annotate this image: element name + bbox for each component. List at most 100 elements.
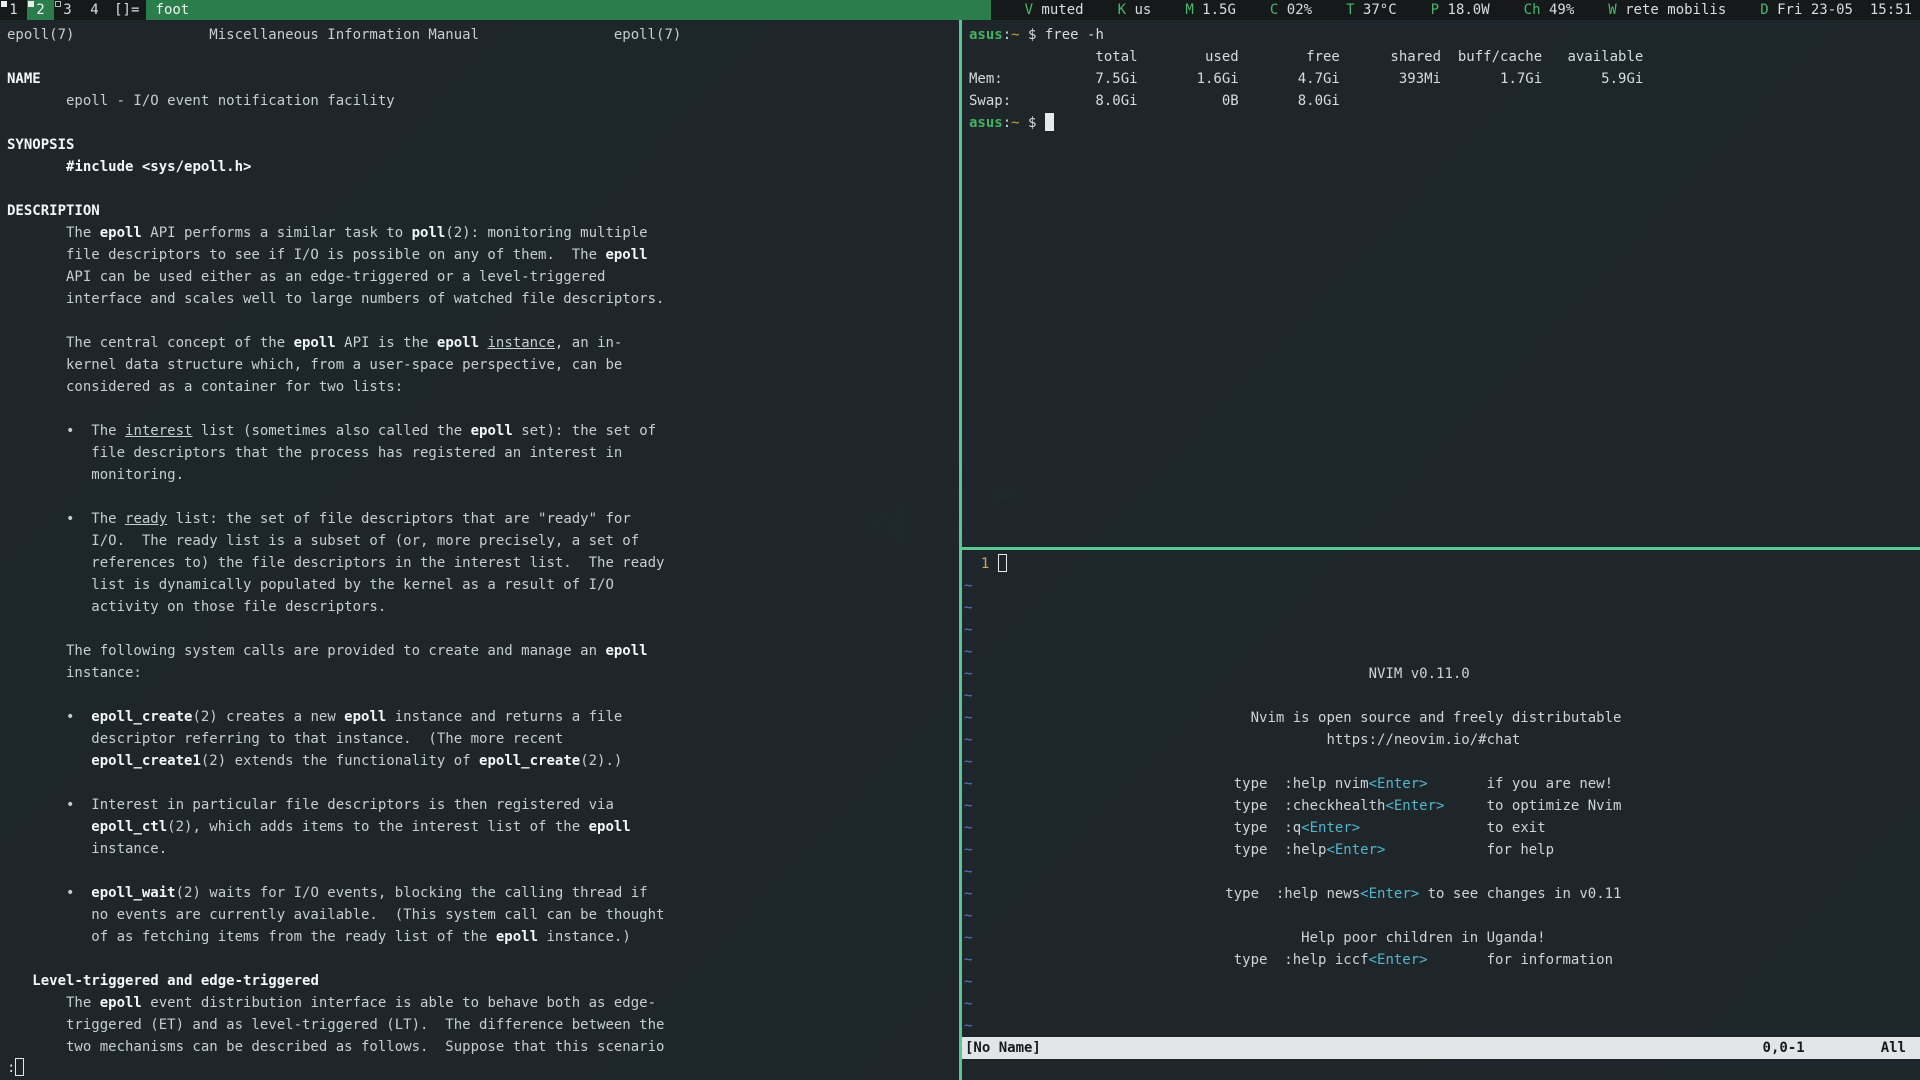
text-row: ~: [964, 575, 1920, 597]
text-row: ~ type :help nvim<Enter> if you are new!: [964, 773, 1920, 795]
text-row: [7, 46, 959, 68]
text-row: monitoring.: [7, 464, 959, 486]
text-row: [7, 860, 959, 882]
text-row: no events are currently available. (This…: [7, 904, 959, 926]
status-item-P: P 18.0W: [1431, 0, 1490, 20]
text-row: [7, 310, 959, 332]
text-row: ~ type :help iccf<Enter> for information: [964, 949, 1920, 971]
text-row: file descriptors that the process has re…: [7, 442, 959, 464]
terminal-window[interactable]: asus:~ $ free -h total used free shared …: [962, 20, 1920, 547]
status-bar: 1234 []= foot V muted K us M 1.5G C 02% T 37…: [0, 0, 1920, 20]
nvim-window[interactable]: 1 ~~~~~ NVIM v0.11.0~~ Nvim is open sour…: [962, 550, 1920, 1080]
text-row: ~ https://neovim.io/#chat: [964, 729, 1920, 751]
text-row: epoll_ctl(2), which adds items to the in…: [7, 816, 959, 838]
text-row: The epoll API performs a similar task to…: [7, 222, 959, 244]
text-row: I/O. The ready list is a subset of (or, …: [7, 530, 959, 552]
text-row: ~: [964, 685, 1920, 707]
text-row: ~: [964, 597, 1920, 619]
inactive-cursor: [998, 554, 1007, 572]
status-item-Ch: Ch 49%: [1524, 0, 1575, 20]
text-row: ~ NVIM v0.11.0: [964, 663, 1920, 685]
text-row: ~ Help poor children in Uganda!: [964, 927, 1920, 949]
layout-indicator[interactable]: []=: [108, 0, 146, 20]
text-row: 1: [964, 553, 1920, 575]
text-row: kernel data structure which, from a user…: [7, 354, 959, 376]
nvim-buffer: 1 ~~~~~ NVIM v0.11.0~~ Nvim is open sour…: [962, 550, 1920, 1037]
workspace-tag-2[interactable]: 2: [27, 0, 54, 20]
text-row: Swap: 8.0Gi 0B 8.0Gi: [969, 90, 1920, 112]
text-row: ~ type :checkhealth<Enter> to optimize N…: [964, 795, 1920, 817]
status-item-M: M 1.5G: [1185, 0, 1236, 20]
system-status-text: V muted K us M 1.5G C 02% T 37°C P 18.0W Ch 49…: [991, 0, 1920, 20]
text-row: [7, 618, 959, 640]
text-row: two mechanisms can be described as follo…: [7, 1036, 959, 1058]
nvim-ruler: 0,0-1: [1763, 1037, 1805, 1059]
text-row: [7, 772, 959, 794]
text-row: total used free shared buff/cache availa…: [969, 46, 1920, 68]
text-row: ~: [964, 751, 1920, 773]
status-item-D: D Fri 23-05 15:51: [1760, 0, 1912, 20]
status-item-T: T 37°C: [1346, 0, 1397, 20]
text-row: #include <sys/epoll.h>: [7, 156, 959, 178]
text-row: considered as a container for two lists:: [7, 376, 959, 398]
status-item-W: W rete mobilis: [1608, 0, 1726, 20]
text-row: • epoll_create(2) creates a new epoll in…: [7, 706, 959, 728]
text-row: triggered (ET) and as level-triggered (L…: [7, 1014, 959, 1036]
text-row: [7, 112, 959, 134]
workspace-tag-4[interactable]: 4: [81, 0, 108, 20]
text-row: • epoll_wait(2) waits for I/O events, bl…: [7, 882, 959, 904]
text-row: The central concept of the epoll API is …: [7, 332, 959, 354]
text-row: epoll(7) Miscellaneous Information Manua…: [7, 24, 959, 46]
text-row: asus:~ $ free -h: [969, 24, 1920, 46]
text-row: [7, 178, 959, 200]
tag-client-indicator: [28, 1, 34, 7]
text-row: ~: [964, 1015, 1920, 1037]
text-row: SYNOPSIS: [7, 134, 959, 156]
text-row: ~: [964, 861, 1920, 883]
text-row: file descriptors to see if I/O is possib…: [7, 244, 959, 266]
text-row: ~: [964, 971, 1920, 993]
text-row: API can be used either as an edge-trigge…: [7, 266, 959, 288]
text-row: Mem: 7.5Gi 1.6Gi 4.7Gi 393Mi 1.7Gi 5.9Gi: [969, 68, 1920, 90]
text-row: [7, 684, 959, 706]
tag-client-indicator: [1, 1, 7, 7]
text-row: activity on those file descriptors.: [7, 596, 959, 618]
pager-colon: :: [7, 1060, 15, 1076]
man-page-window[interactable]: epoll(7) Miscellaneous Information Manua…: [0, 20, 959, 1080]
nvim-cmdline: [962, 1059, 1920, 1080]
workspace-tag-1[interactable]: 1: [0, 0, 27, 20]
window-title: foot: [146, 0, 991, 20]
desktop: VOID 1234 []= foot V mutedK usM 1.5GC 02…: [0, 0, 1920, 1080]
workspace-tag-3[interactable]: 3: [54, 0, 81, 20]
text-row: ~: [964, 905, 1920, 927]
text-row: epoll_create1(2) extends the functionali…: [7, 750, 959, 772]
text-row: • The interest list (sometimes also call…: [7, 420, 959, 442]
active-cursor: [1045, 113, 1054, 131]
text-row: ~: [964, 641, 1920, 663]
text-row: epoll - I/O event notification facility: [7, 90, 959, 112]
text-row: • The ready list: the set of file descri…: [7, 508, 959, 530]
text-row: descriptor referring to that instance. (…: [7, 728, 959, 750]
status-item-K: K us: [1118, 0, 1152, 20]
nvim-scroll-indicator: All: [1881, 1037, 1906, 1059]
text-row: ~ Nvim is open source and freely distrib…: [964, 707, 1920, 729]
window-border-vertical: [959, 20, 962, 1080]
terminal-output: asus:~ $ free -h total used free shared …: [962, 20, 1920, 134]
workspace-tags: 1234: [0, 0, 108, 20]
nvim-filename: [No Name]: [965, 1037, 1041, 1059]
text-row: ~ type :help news<Enter> to see changes …: [964, 883, 1920, 905]
text-row: list is dynamically populated by the ker…: [7, 574, 959, 596]
pager-prompt[interactable]: :: [7, 1057, 24, 1079]
text-row: of as fetching items from the ready list…: [7, 926, 959, 948]
text-row: instance.: [7, 838, 959, 860]
inactive-cursor: [15, 1058, 24, 1076]
text-row: ~ type :help<Enter> for help: [964, 839, 1920, 861]
text-row: asus:~ $: [969, 112, 1920, 134]
window-border-horizontal: [962, 547, 1920, 550]
text-row: The epoll event distribution interface i…: [7, 992, 959, 1014]
status-item-V: V muted: [1025, 0, 1084, 20]
text-row: references to) the file descriptors in t…: [7, 552, 959, 574]
text-row: instance:: [7, 662, 959, 684]
status-item-C: C 02%: [1270, 0, 1312, 20]
tag-client-indicator: [55, 1, 61, 7]
